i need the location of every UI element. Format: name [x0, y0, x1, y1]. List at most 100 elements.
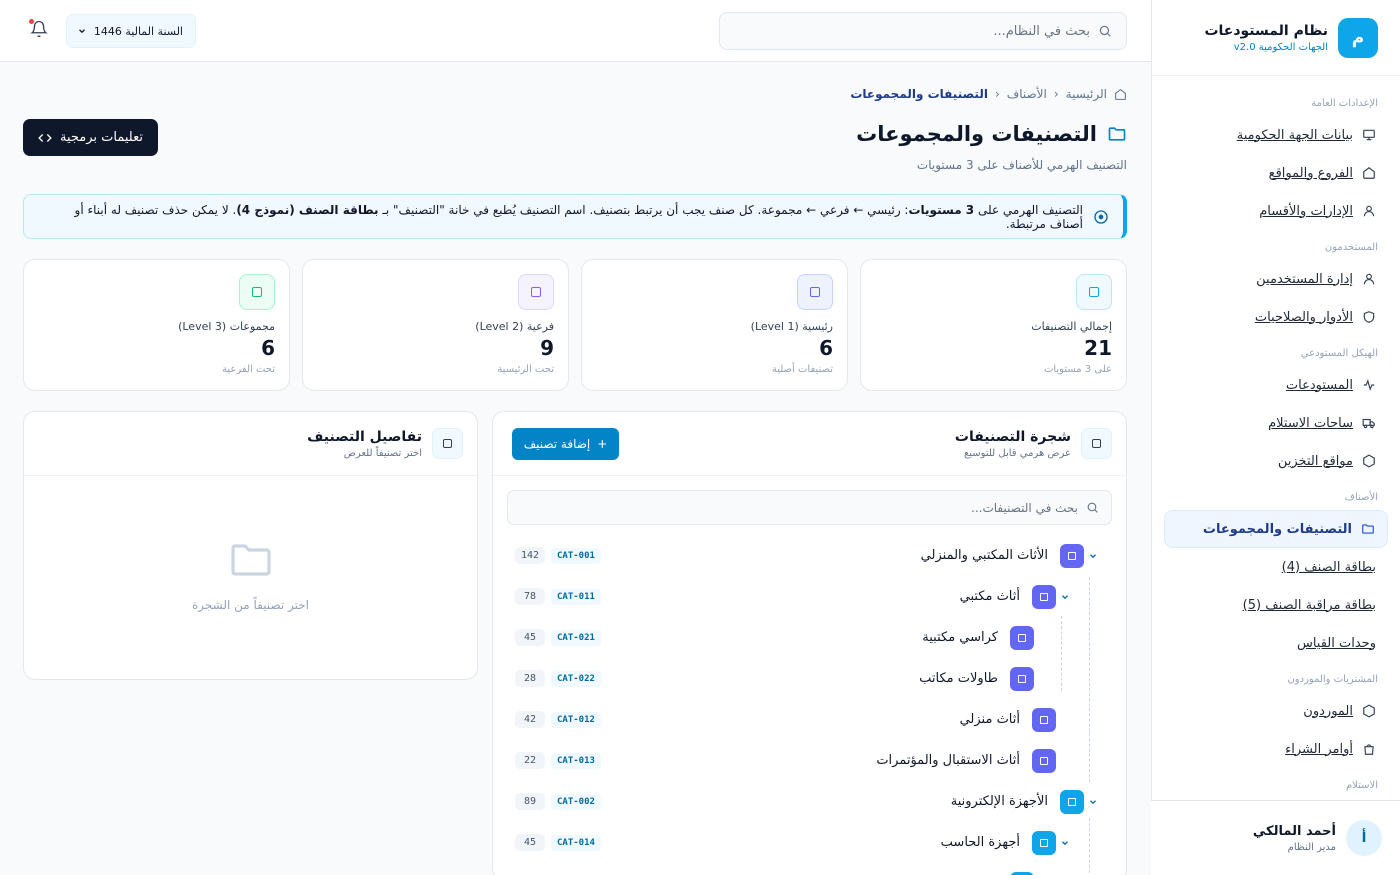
- shield-icon: [1362, 310, 1376, 324]
- tree-row[interactable]: أثاث الاستقبال والمؤتمرات CAT-013 22: [493, 740, 1126, 781]
- sidebar-item[interactable]: بطاقة مراقبة الصنف (5): [1164, 586, 1388, 624]
- sidebar-item[interactable]: إدارة المستخدمين: [1164, 260, 1388, 298]
- brand: م نظام المستودعات الجهات الحكومية v2.0: [1152, 0, 1400, 76]
- sidebar-item[interactable]: مواقع التخزين: [1164, 442, 1388, 480]
- sidebar-item[interactable]: الفروع والمواقع: [1164, 154, 1388, 192]
- sidebar-item-label: أوامر الشراء: [1285, 741, 1353, 757]
- user-icon: [1362, 204, 1376, 218]
- page-title: التصنيفات والمجموعات: [856, 122, 1127, 146]
- category-name: أثاث مكتبي: [959, 589, 1020, 604]
- tree-row[interactable]: طاولات مكاتب CAT-022 28: [493, 658, 1126, 699]
- category-icon: [1032, 830, 1056, 855]
- tree-row[interactable]: أثاث مكتبي CAT-011 78: [493, 576, 1126, 617]
- category-code: CAT-002: [551, 793, 601, 810]
- sidebar-item[interactable]: المستودعات: [1164, 366, 1388, 404]
- sidebar-item[interactable]: وحدات القياس: [1164, 624, 1388, 662]
- item-count-badge: 142: [515, 547, 545, 564]
- sidebar-item[interactable]: التصنيفات والمجموعات: [1164, 510, 1388, 548]
- notifications-button[interactable]: [29, 19, 48, 38]
- sidebar-item[interactable]: بطاقة الصنف (4): [1164, 548, 1388, 586]
- stat-card: فرعية (Level 2) 9 تحت الرئيسية: [302, 259, 569, 391]
- info-text: التصنيف الهرمي على 3 مستويات: رئيسي ← فر…: [74, 202, 1083, 231]
- chevron-down-icon[interactable]: [1088, 797, 1098, 807]
- home-icon: [1115, 88, 1126, 100]
- sidebar-item[interactable]: الإدارات والأقسام: [1164, 192, 1388, 230]
- brand-title: نظام المستودعات: [1204, 22, 1328, 39]
- stat-value: 9: [540, 336, 554, 360]
- stat-caption: تحت الفرعية: [222, 364, 275, 375]
- sidebar-item[interactable]: الأدوار والصلاحيات: [1164, 298, 1388, 336]
- global-search-input[interactable]: بحث في النظام...: [719, 12, 1127, 50]
- hexagon-icon: [1362, 704, 1376, 718]
- item-count-badge: 22: [515, 752, 545, 769]
- item-count-badge: 45: [515, 834, 545, 851]
- add-category-label: إضافة تصنيف: [523, 437, 591, 451]
- dev-button-label: تعليمات برمجية: [60, 130, 144, 145]
- breadcrumb-items[interactable]: الأصناف: [1007, 87, 1047, 101]
- sidebar-item[interactable]: ساحات الاستلام: [1164, 404, 1388, 442]
- empty-folder-icon: [227, 536, 275, 584]
- detail-panel-title: تفاصيل التصنيف: [307, 428, 422, 445]
- user-role: مدير النظام: [1287, 841, 1336, 853]
- tree-panel: شجرة التصنيفات عرض هرمي قابل للتوسيع + إ…: [492, 411, 1127, 875]
- detail-panel-subtitle: اختر تصنيفاً للعرض: [343, 447, 422, 459]
- code-icon: [38, 133, 52, 142]
- add-category-button[interactable]: + إضافة تصنيف: [512, 428, 619, 460]
- sidebar-item-label: بطاقة الصنف (4): [1281, 559, 1376, 575]
- chevron-down-icon: [79, 29, 85, 34]
- user-profile[interactable]: أ أحمد المالكي مدير النظام: [1151, 800, 1400, 875]
- chevron-down-icon[interactable]: [1060, 592, 1070, 602]
- sidebar-item-label: بيانات الجهة الحكومية: [1236, 127, 1353, 143]
- search-icon: [1087, 502, 1098, 513]
- chevron-down-icon[interactable]: [1088, 551, 1098, 561]
- sidebar-item[interactable]: بيانات الجهة الحكومية: [1164, 116, 1388, 154]
- sidebar-item-label: الأدوار والصلاحيات: [1254, 309, 1353, 325]
- sidebar-item-label: إدارة المستخدمين: [1256, 271, 1353, 287]
- tree-row[interactable]: حواسيب مكتبيةCAT-02325: [493, 863, 1126, 875]
- nav-section-label: الإعدادات العامة: [1311, 98, 1378, 109]
- breadcrumb: الرئيسية ‹ الأصناف ‹ التصنيفات والمجموعا…: [850, 87, 1127, 101]
- tree-row[interactable]: كراسي مكتبية CAT-021 45: [493, 617, 1126, 658]
- category-code: CAT-022: [551, 670, 601, 687]
- category-icon: [1032, 707, 1056, 732]
- breadcrumb-current: التصنيفات والمجموعات: [850, 87, 988, 101]
- category-name: أثاث الاستقبال والمؤتمرات: [876, 753, 1020, 768]
- sidebar-item-label: الإدارات والأقسام: [1259, 203, 1353, 219]
- developer-instructions-button[interactable]: تعليمات برمجية: [23, 119, 158, 156]
- tree-row[interactable]: الأجهزة الإلكترونية CAT-002 89: [493, 781, 1126, 822]
- stat-value: 21: [1084, 336, 1112, 360]
- stat-icon: [518, 274, 554, 310]
- sidebar-nav: الإعدادات العامة بيانات الجهة الحكومية الف…: [1152, 76, 1400, 798]
- tree-row[interactable]: الأثاث المكتبي والمنزلي CAT-001 142: [493, 535, 1126, 576]
- tree-panel-title: شجرة التصنيفات: [954, 428, 1071, 445]
- stat-caption: تحت الرئيسية: [497, 364, 554, 375]
- home-icon: [1362, 166, 1376, 180]
- category-code: CAT-021: [551, 629, 601, 646]
- nav-section-label: الاستلام: [1345, 780, 1378, 791]
- sidebar-item[interactable]: الموردون: [1164, 692, 1388, 730]
- chevron-down-icon[interactable]: [1060, 838, 1070, 848]
- fiscal-year-value: السنة المالية 1446: [93, 24, 183, 38]
- sidebar-item[interactable]: أوامر الشراء: [1164, 730, 1388, 768]
- sidebar-item-label: ساحات الاستلام: [1268, 415, 1353, 431]
- item-count-badge: 42: [515, 711, 545, 728]
- category-icon: [1010, 666, 1034, 691]
- stat-label: فرعية (Level 2): [475, 320, 554, 333]
- category-icon: [1032, 584, 1056, 609]
- truck-icon: [1362, 416, 1376, 430]
- sidebar-item-label: مواقع التخزين: [1277, 453, 1353, 469]
- tree-search-input[interactable]: بحث في التصنيفات...: [507, 490, 1112, 525]
- category-icon: [1010, 871, 1034, 875]
- notification-dot: [29, 19, 34, 24]
- sidebar: م نظام المستودعات الجهات الحكومية v2.0 ا…: [1151, 0, 1400, 875]
- empty-state: اختر تصنيفاً من الشجرة: [24, 536, 477, 612]
- fiscal-year-select[interactable]: السنة المالية 1446: [66, 14, 196, 48]
- tree-row[interactable]: أجهزة الحاسب CAT-014 45: [493, 822, 1126, 863]
- detail-panel: تفاصيل التصنيف اختر تصنيفاً للعرض اختر ت…: [23, 411, 478, 680]
- info-banner: التصنيف الهرمي على 3 مستويات: رئيسي ← فر…: [23, 194, 1127, 239]
- category-icon: [1010, 625, 1034, 650]
- tree-row[interactable]: أثاث منزلي CAT-012 42: [493, 699, 1126, 740]
- page-subtitle: التصنيف الهرمي للأصناف على 3 مستويات: [916, 158, 1127, 172]
- breadcrumb-home[interactable]: الرئيسية: [1066, 87, 1107, 101]
- category-name: أجهزة الحاسب: [940, 835, 1020, 850]
